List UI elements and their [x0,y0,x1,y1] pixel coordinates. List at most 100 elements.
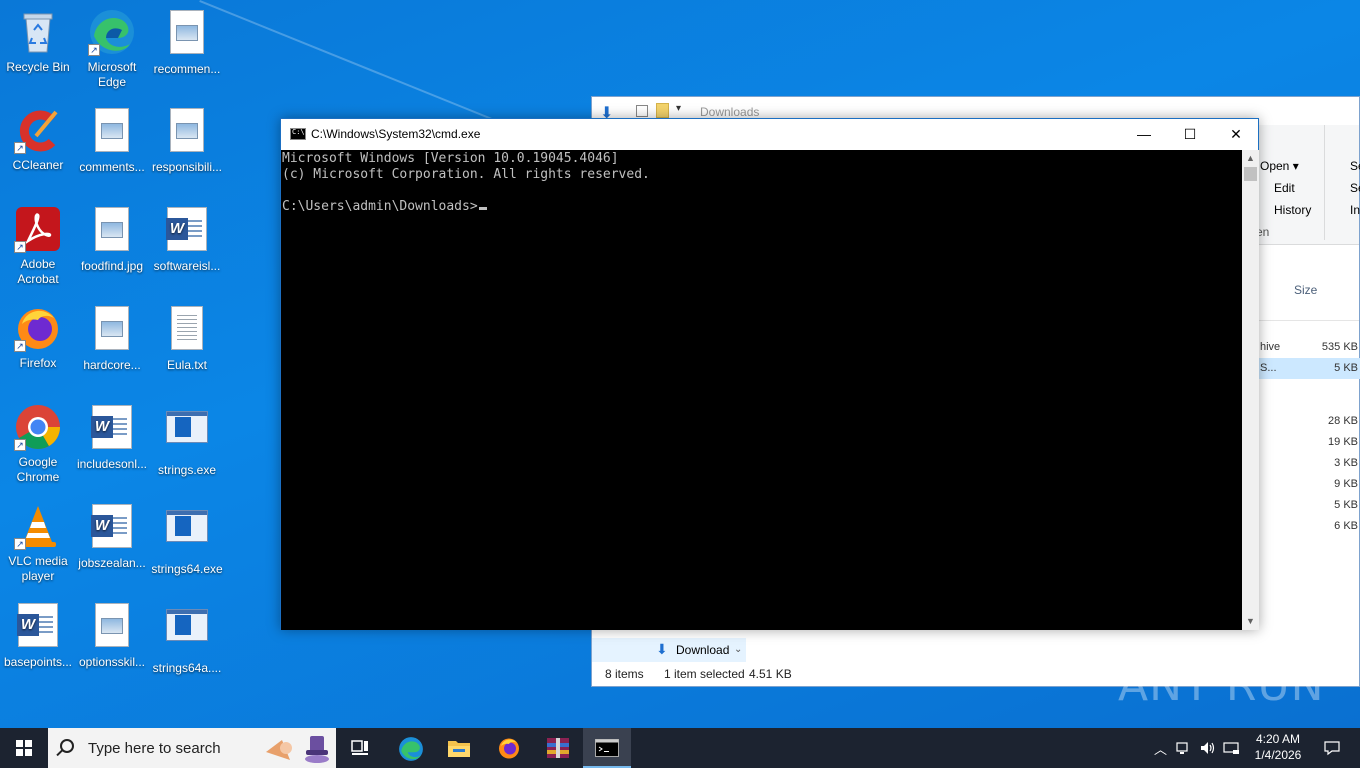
clock-date: 1/4/2026 [1254,748,1302,762]
tray-network-status[interactable] [1172,728,1194,768]
desktop-icon-eula[interactable]: Eula.txt [149,304,225,373]
quick-access-dropdown-icon[interactable]: ▾ [676,103,681,114]
nav-pane-downloads[interactable]: ⬇ Download ⌄ [592,638,746,662]
desktop-icon-label: foodfind.jpg [80,259,144,273]
file-row[interactable]: 28 KB [1252,411,1360,432]
start-button[interactable] [0,728,48,768]
desktop-icon-jobszealan[interactable]: W jobszealan... [74,502,150,571]
console-prompt-line[interactable]: C:\Users\admin\Downloads> [282,199,1242,215]
column-header-size[interactable]: Size [1294,283,1317,297]
desktop-icon-ccleaner[interactable]: ↗ CCleaner [0,106,76,173]
exe-icon [163,510,211,558]
desktop-icon-foodfind[interactable]: foodfind.jpg [74,205,150,274]
taskbar-file-explorer[interactable] [435,728,483,768]
desktop-icon-edge[interactable]: ↗ Microsoft Edge [74,8,150,90]
file-row[interactable]: 19 KB [1252,432,1360,453]
cmd-icon [595,739,619,757]
ribbon-history-button[interactable]: History [1274,203,1311,217]
desktop-icon-strings64[interactable]: strings64.exe [149,502,225,577]
task-view-icon [351,740,368,755]
desktop-icon-recycle-bin[interactable]: Recycle Bin [0,8,76,75]
desktop-icon-chrome[interactable]: ↗ Google Chrome [0,403,76,485]
taskbar-cmd[interactable] [583,728,631,768]
ribbon-select-all-button[interactable]: Se [1350,159,1360,173]
cmd-title-bar[interactable]: C:\Windows\System32\cmd.exe — ☐ ✕ [281,119,1258,150]
desktop-icon-label: Adobe Acrobat [17,257,59,286]
desktop-icon-comments[interactable]: comments... [74,106,150,175]
shortcut-arrow-icon: ↗ [14,538,26,550]
taskbar-edge[interactable] [387,728,435,768]
desktop-icon-hardcore[interactable]: hardcore... [74,304,150,373]
file-row[interactable]: 5 KB [1252,495,1360,516]
file-row[interactable]: hive 535 KB [1252,337,1360,358]
desktop-icon-label: recommen... [153,62,221,76]
desktop-icon-label: softwareisl... [153,259,221,273]
new-folder-icon[interactable] [656,103,669,118]
notification-icon [1324,741,1340,756]
image-file-icon [163,10,211,58]
desktop-icon-softwareisl[interactable]: W softwareisl... [149,205,225,274]
scroll-up-icon[interactable]: ▲ [1242,150,1259,167]
minimize-button[interactable]: — [1121,119,1167,150]
word-doc-icon: W [88,504,136,552]
edge-icon [399,737,423,761]
keyboard-icon [1223,742,1239,754]
ribbon-open-button[interactable]: Open ▾ [1260,159,1299,173]
tray-input-indicator[interactable] [1220,728,1244,768]
console-output[interactable]: Microsoft Windows [Version 10.0.19045.40… [281,150,1242,630]
action-center-button[interactable] [1312,728,1352,768]
maximize-button[interactable]: ☐ [1167,119,1213,150]
image-file-icon [88,207,136,255]
console-line: Microsoft Windows [Version 10.0.19045.40… [282,151,619,166]
desktop-icon-label: strings64.exe [151,562,223,576]
image-file-icon [88,603,136,651]
exe-icon [163,609,211,657]
image-file-icon [88,108,136,156]
desktop-icon-label: optionsskil... [78,655,146,669]
desktop-icon-vlc[interactable]: ↗ VLC media player [0,502,76,584]
scroll-down-icon[interactable]: ▼ [1242,613,1259,630]
desktop-icon-includesonl[interactable]: W includesonl... [74,403,150,472]
desktop-icon-strings[interactable]: strings.exe [149,403,225,478]
desktop-icon-responsibili[interactable]: responsibili... [149,106,225,175]
ribbon-edit-button[interactable]: Edit [1274,181,1295,195]
text-cursor [478,207,487,210]
scrollbar-thumb[interactable] [1244,167,1257,181]
desktop-icon-label: basepoints... [3,655,73,669]
tray-volume[interactable] [1196,728,1218,768]
cmd-window[interactable]: C:\Windows\System32\cmd.exe — ☐ ✕ Micros… [280,118,1259,630]
acrobat-icon: ↗ [14,205,62,253]
desktop-icon-firefox[interactable]: ↗ Firefox [0,304,76,371]
close-button[interactable]: ✕ [1213,119,1259,150]
ribbon-invert-selection-button[interactable]: Inv [1350,203,1360,217]
vertical-scrollbar[interactable]: ▲ ▼ [1242,150,1259,630]
properties-icon[interactable] [636,105,648,117]
desktop-icon-label: Google Chrome [16,455,60,484]
desktop-icon-recommen[interactable]: recommen... [149,8,225,77]
console-prompt: C:\Users\admin\Downloads> [282,199,478,214]
chevron-down-icon[interactable]: ⌄ [734,644,742,655]
taskbar-clock[interactable]: 4:20 AM 1/4/2026 [1248,731,1308,763]
task-view-button[interactable] [336,728,384,768]
desktop-icon-strings64a[interactable]: strings64a.... [149,601,225,676]
file-row[interactable]: 3 KB [1252,453,1360,474]
desktop-icon-optionsskil[interactable]: optionsskil... [74,601,150,670]
taskbar-winrar[interactable] [534,728,582,768]
desktop-icon-label: comments... [79,160,145,174]
taskbar-firefox[interactable] [485,728,533,768]
desktop-icon-acrobat[interactable]: ↗ Adobe Acrobat [0,205,76,287]
desktop-icon-label: VLC media player [8,554,68,583]
firefox-icon [499,738,519,759]
file-row-selected[interactable]: S... 5 KB [1252,358,1360,379]
edge-icon: ↗ [88,8,136,56]
taskbar-search-box[interactable]: Type here to search [48,728,336,768]
file-row[interactable]: 6 KB [1252,516,1360,537]
clock-time: 4:20 AM [1255,732,1301,746]
show-hidden-icons-button[interactable]: ︿ [1150,728,1168,768]
word-doc-icon: W [88,405,136,453]
desktop-icon-label: CCleaner [12,158,64,172]
status-item-count: 8 items [605,667,644,681]
ribbon-select-none-button[interactable]: Se [1350,181,1360,195]
desktop-icon-basepoints[interactable]: W basepoints... [0,601,76,670]
file-row[interactable]: 9 KB [1252,474,1360,495]
